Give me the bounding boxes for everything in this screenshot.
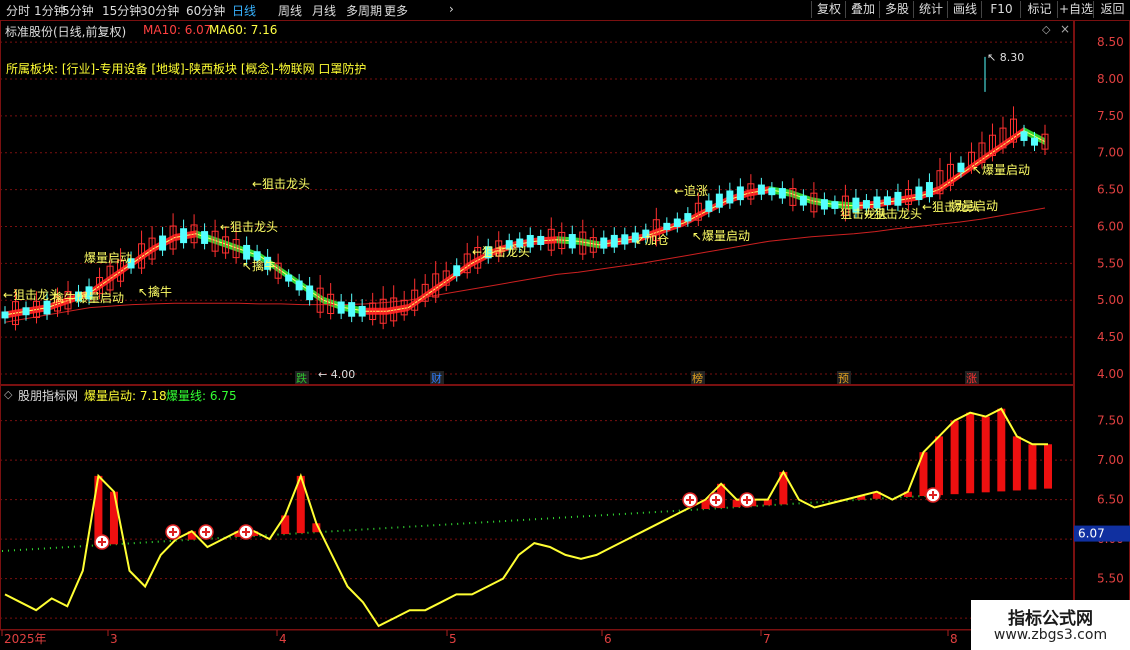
candle-body bbox=[820, 199, 828, 210]
indicator-line bbox=[4, 407, 1048, 628]
main-y-tick: 7.50 bbox=[1097, 109, 1124, 123]
main-y-tick: 7.00 bbox=[1097, 146, 1124, 160]
sub-y-tick: 7.00 bbox=[1097, 453, 1124, 467]
candle-body bbox=[180, 228, 188, 244]
main-y-tick: 4.50 bbox=[1097, 330, 1124, 344]
candle-body bbox=[726, 190, 734, 204]
indicator-bar bbox=[966, 412, 975, 494]
main-y-tick: 8.00 bbox=[1097, 72, 1124, 86]
candle-body bbox=[600, 237, 608, 249]
indicator-bar bbox=[1028, 444, 1037, 490]
signal-annotation: ↖擒牛 bbox=[242, 258, 276, 273]
candle-body bbox=[358, 305, 366, 317]
candle-body bbox=[610, 234, 618, 248]
candle-body bbox=[306, 285, 314, 301]
x-axis-label: 2025年 bbox=[4, 632, 47, 646]
candle-body bbox=[337, 301, 345, 314]
candle-body bbox=[925, 182, 933, 198]
x-axis-label: 5 bbox=[449, 632, 457, 646]
sub-y-tick: 7.50 bbox=[1097, 414, 1124, 428]
signal-annotation: ←狙击龙头 bbox=[472, 245, 530, 259]
x-axis-label: 3 bbox=[110, 632, 118, 646]
signal-annotation: 爆量启动 bbox=[950, 199, 998, 213]
candle-body bbox=[243, 244, 251, 260]
candle-body bbox=[894, 191, 902, 206]
indicator-bar bbox=[1044, 444, 1052, 489]
watermark-url: www.zbgs3.com bbox=[993, 627, 1108, 643]
indicator-bar bbox=[1012, 436, 1021, 491]
candle-body bbox=[1, 311, 9, 319]
candle-body bbox=[621, 234, 629, 245]
candle-body bbox=[43, 300, 51, 315]
candle-body bbox=[831, 201, 839, 209]
candle-body bbox=[295, 280, 303, 291]
breakout-line bbox=[1, 494, 931, 552]
signal-annotation: ↖擒牛 bbox=[138, 284, 172, 299]
event-badge[interactable]: 涨 bbox=[966, 372, 977, 385]
low-price-label: ← 4.00 bbox=[318, 368, 355, 381]
x-axis-label: 8 bbox=[950, 632, 958, 646]
candle-body bbox=[736, 186, 744, 201]
candle-body bbox=[159, 235, 167, 251]
main-y-tick: 6.00 bbox=[1097, 219, 1124, 233]
indicator-bar bbox=[981, 416, 990, 493]
main-y-tick: 5.50 bbox=[1097, 256, 1124, 270]
candle-body bbox=[957, 162, 965, 173]
event-badge[interactable]: 榜 bbox=[692, 371, 703, 385]
candle-body bbox=[663, 222, 671, 231]
candle-body bbox=[715, 193, 723, 208]
candle-body bbox=[768, 187, 776, 196]
watermark-title: 指标公式网 bbox=[1008, 609, 1093, 629]
candle-body bbox=[348, 302, 356, 317]
high-price-label: ↖ 8.30 bbox=[987, 51, 1024, 64]
signal-annotation: ↖爆量启动 bbox=[692, 229, 750, 243]
indicator-bar bbox=[997, 408, 1006, 492]
signal-annotation: ↙加仓 bbox=[635, 233, 669, 247]
candle-body bbox=[1020, 131, 1028, 141]
candle-body bbox=[285, 274, 293, 282]
ma60-line bbox=[4, 207, 1046, 323]
main-y-tick: 5.00 bbox=[1097, 293, 1124, 307]
candle-body bbox=[778, 188, 786, 199]
main-y-tick: 6.50 bbox=[1097, 183, 1124, 197]
signal-annotation: ←狙击龙头 bbox=[864, 207, 922, 221]
x-axis-label: 7 bbox=[763, 632, 771, 646]
signal-annotation: 爆量启动 bbox=[84, 251, 132, 265]
signal-annotation: 擒牛爆量启动 bbox=[52, 290, 124, 305]
signal-annotation: ←追涨 bbox=[674, 183, 708, 198]
kline-chart[interactable]: 8.50 8.00 7.50 7.00 6.50 6.00 5.50 5.00 4.50 4.00… bbox=[0, 0, 1130, 650]
indicator-bar bbox=[109, 491, 118, 545]
sub-y-tick: 5.50 bbox=[1097, 572, 1124, 586]
candle-body bbox=[201, 231, 209, 244]
candle-body bbox=[568, 234, 576, 249]
candle-body bbox=[684, 213, 692, 222]
candle-body bbox=[705, 200, 713, 212]
event-badge[interactable]: 跌 bbox=[296, 371, 307, 385]
indicator-bar bbox=[935, 436, 944, 496]
candle-body bbox=[757, 184, 765, 195]
candle-body bbox=[537, 235, 545, 245]
candle-body bbox=[453, 265, 461, 277]
watermark: 指标公式网 www.zbgs3.com bbox=[971, 600, 1130, 650]
candle-body bbox=[883, 196, 891, 205]
signal-annotation: ←狙击龙头 bbox=[252, 177, 310, 191]
x-axis-label: 4 bbox=[279, 632, 287, 646]
candle-body bbox=[799, 195, 807, 206]
candle-body bbox=[1030, 137, 1038, 146]
event-badge[interactable]: 预 bbox=[838, 372, 849, 385]
signal-annotation: ←狙击龙头 bbox=[220, 220, 278, 234]
main-y-tick: 8.50 bbox=[1097, 35, 1124, 49]
candle-body bbox=[915, 186, 923, 201]
signal-annotation: ↖爆量启动 bbox=[972, 163, 1030, 177]
main-y-tick: 4.00 bbox=[1097, 367, 1124, 381]
indicator-bar bbox=[950, 420, 959, 495]
candle-body bbox=[22, 307, 30, 316]
current-value-label: 6.07 bbox=[1078, 527, 1105, 541]
event-badge[interactable]: 财 bbox=[431, 371, 442, 385]
x-axis-label: 6 bbox=[604, 632, 612, 646]
sub-y-tick: 6.50 bbox=[1097, 493, 1124, 507]
candle-body bbox=[673, 218, 681, 228]
